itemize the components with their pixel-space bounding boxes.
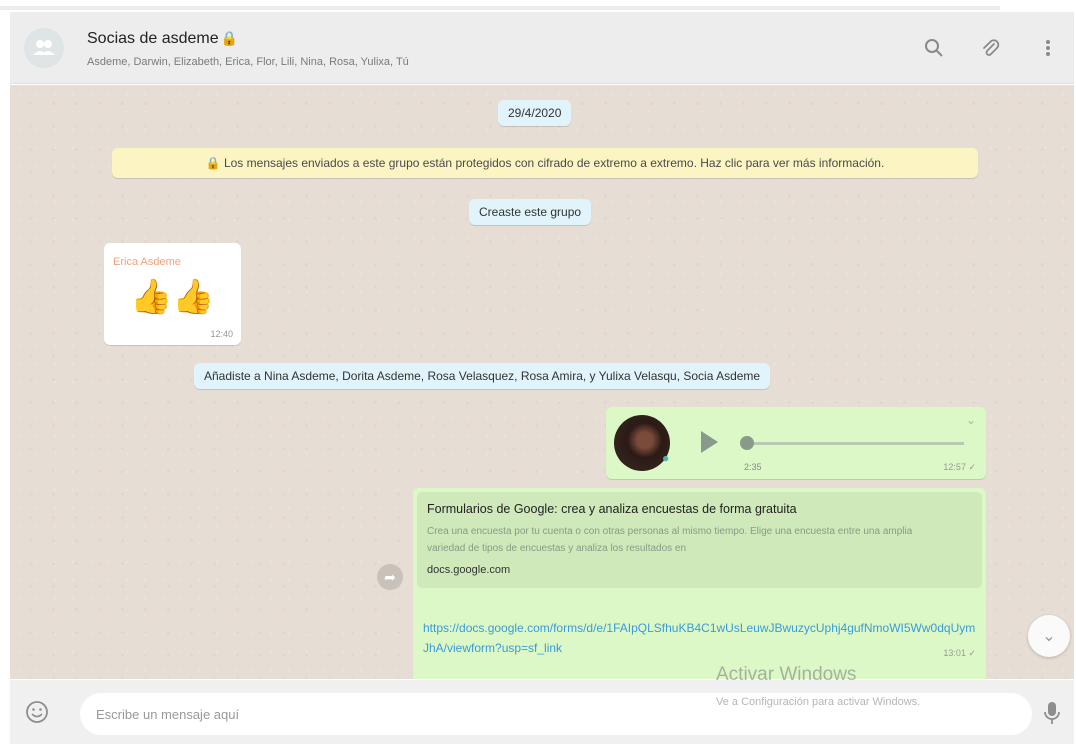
audio-progress-knob[interactable] xyxy=(740,436,754,450)
audio-duration: 2:35 xyxy=(744,462,762,472)
mic-icon[interactable] xyxy=(1042,700,1062,726)
scroll-down-button[interactable]: ⌄ xyxy=(1028,615,1070,657)
group-members: Asdeme, Darwin, Elizabeth, Erica, Flor, … xyxy=(87,56,409,68)
chat-area[interactable]: 29/4/2020 🔒 Los mensajes enviados a este… xyxy=(10,85,1074,679)
group-title[interactable]: Socias de asdeme 🔒 xyxy=(87,30,238,48)
audio-progress-track[interactable] xyxy=(744,442,964,445)
mic-mini-icon: ● xyxy=(662,451,670,465)
emoji-icon[interactable] xyxy=(24,699,50,725)
attach-icon[interactable] xyxy=(976,34,1004,62)
forward-icon[interactable]: ➦ xyxy=(377,564,403,590)
chevron-down-icon[interactable]: ⌄ xyxy=(966,413,976,427)
group-name: Socias de asdeme xyxy=(87,30,219,47)
incoming-message[interactable]: Erica Asdeme 👍👍 12:40 xyxy=(104,243,241,345)
chevron-down-icon: ⌄ xyxy=(1042,628,1056,645)
preview-title: Formularios de Google: crea y analiza en… xyxy=(427,502,797,516)
members-added-notice: Añadiste a Nina Asdeme, Dorita Asdeme, R… xyxy=(194,363,771,389)
play-icon[interactable] xyxy=(701,431,718,453)
lock-emoji: 🔒 xyxy=(220,30,239,46)
message-sender[interactable]: Erica Asdeme xyxy=(113,256,181,268)
message-input[interactable] xyxy=(80,693,1032,735)
preview-domain: docs.google.com xyxy=(427,564,511,576)
audio-message[interactable]: ● 2:35 12:57 ✓ ⌄ xyxy=(606,407,986,479)
preview-description: Crea una encuesta por tu cuenta o con ot… xyxy=(427,526,913,554)
link-message[interactable]: Formularios de Google: crea y analiza en… xyxy=(413,488,986,679)
search-icon[interactable] xyxy=(920,34,948,62)
compose-bar xyxy=(10,680,1074,744)
window-top-strip xyxy=(0,0,1076,10)
date-chip: 29/4/2020 xyxy=(498,100,572,126)
link-preview[interactable]: Formularios de Google: crea y analiza en… xyxy=(417,492,982,588)
message-link[interactable]: https://docs.google.com/forms/d/e/1FAIpQ… xyxy=(423,618,978,658)
group-avatar[interactable] xyxy=(24,28,64,68)
message-text: 👍👍 xyxy=(130,278,215,316)
message-time: 12:40 xyxy=(210,329,233,339)
link-message-time: 13:01 ✓ xyxy=(943,648,976,658)
encryption-notice[interactable]: 🔒 Los mensajes enviados a este grupo est… xyxy=(112,148,978,178)
audio-time: 12:57 ✓ xyxy=(943,462,976,472)
group-icon xyxy=(33,40,55,55)
menu-icon[interactable] xyxy=(1034,34,1062,62)
group-created-notice: Creaste este grupo xyxy=(469,199,592,225)
chat-header[interactable]: Socias de asdeme 🔒 Asdeme, Darwin, Elizab… xyxy=(10,12,1074,84)
